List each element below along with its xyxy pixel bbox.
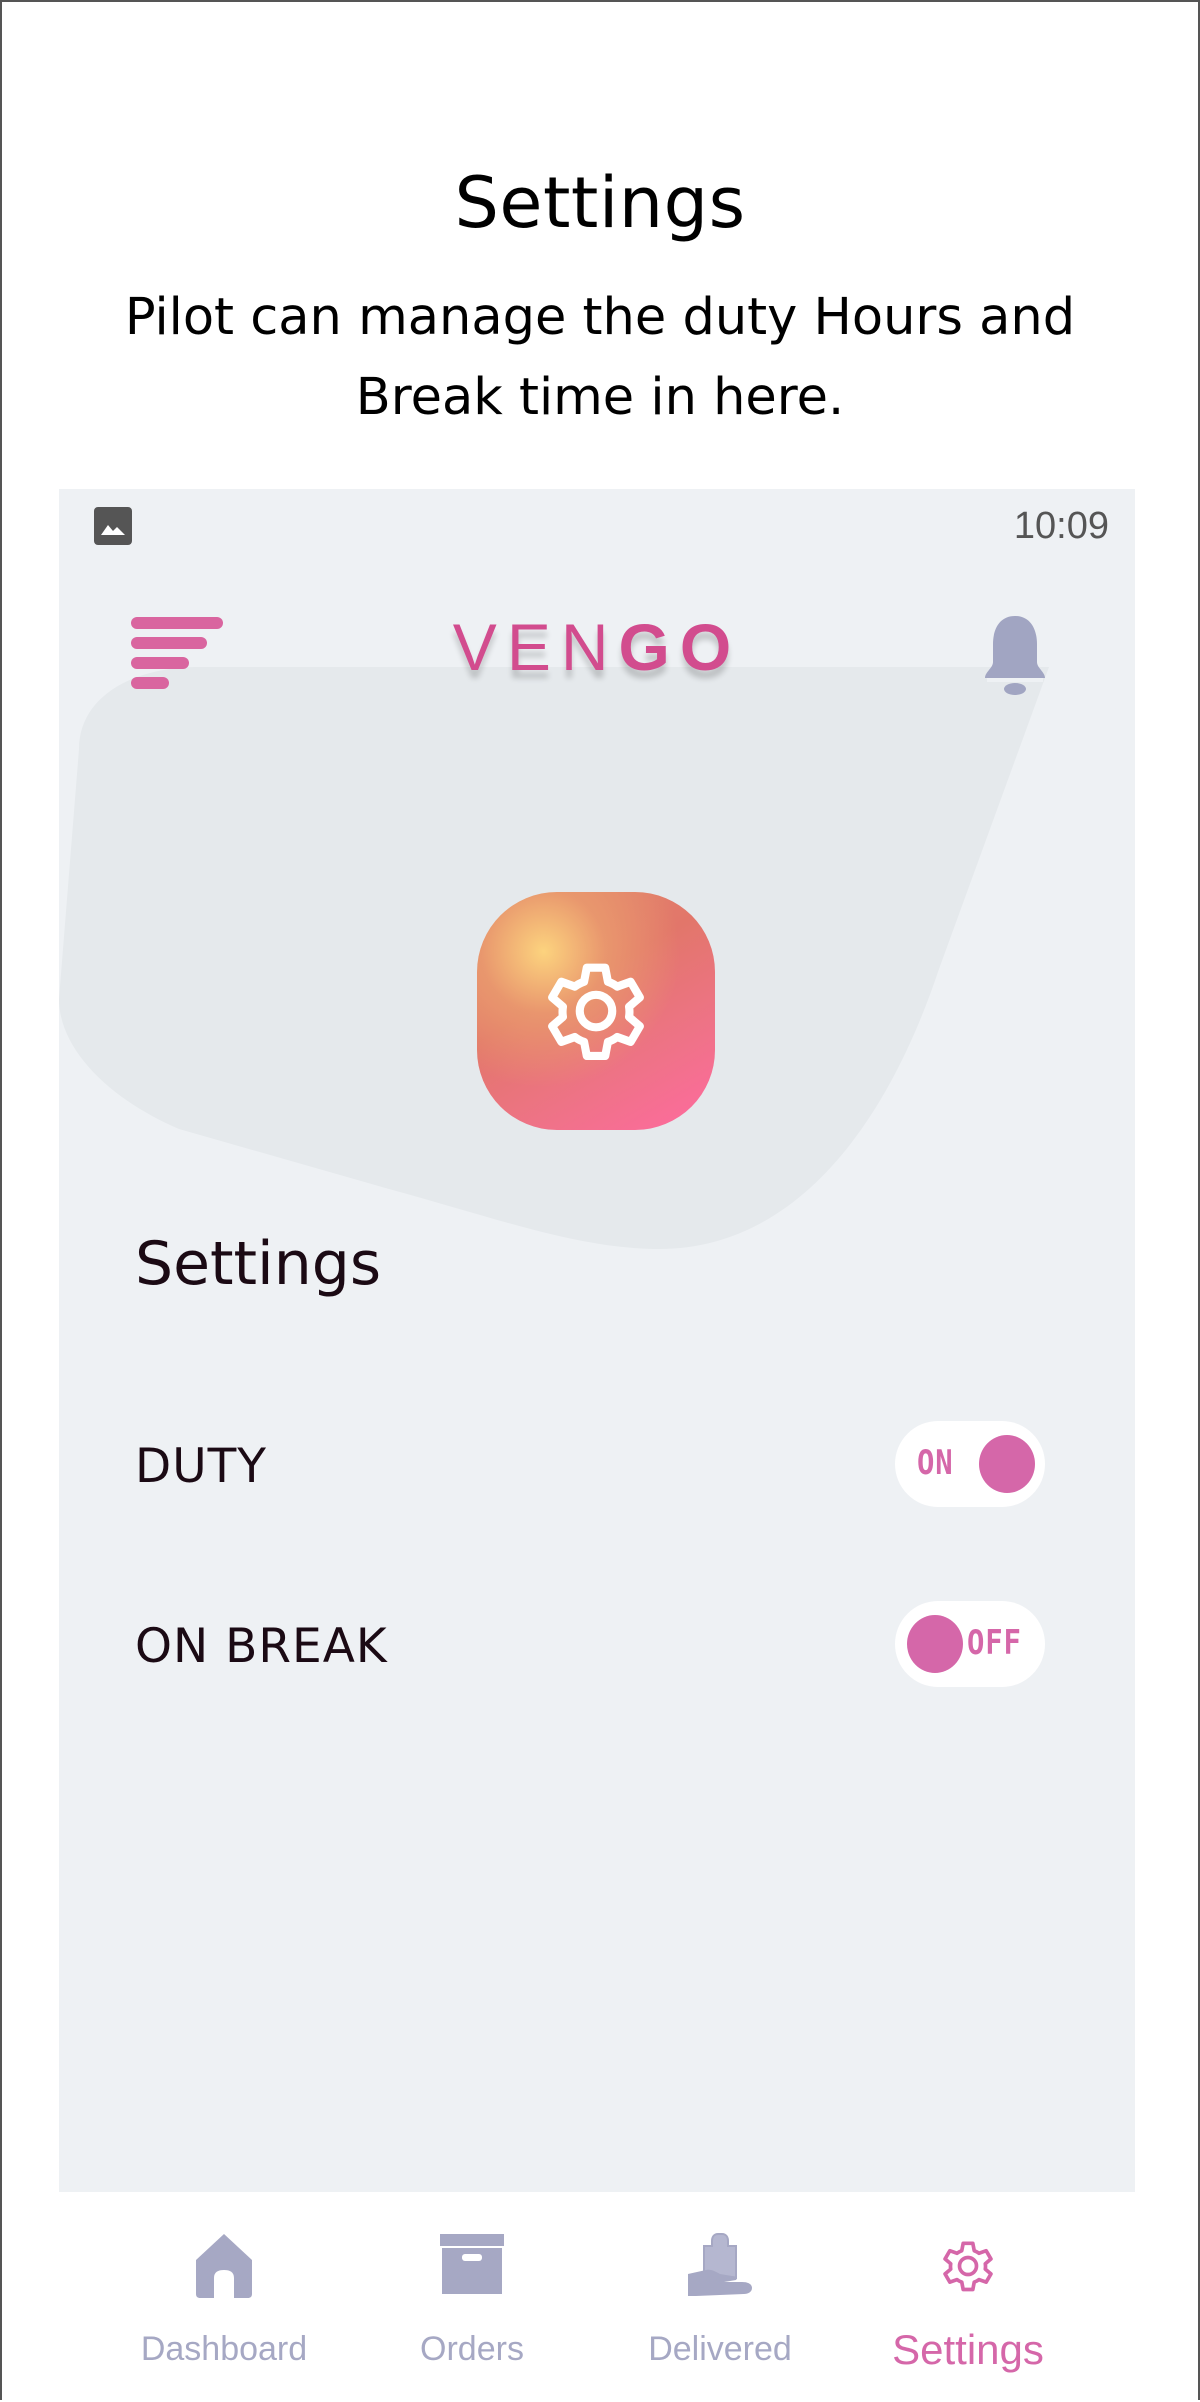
status-time: 10:09 [1013,505,1109,547]
nav-dashboard-label: Dashboard [140,2330,308,2368]
phone-screen: 10:09 VENGO Settings DUTY ON ON BREAK OF… [59,489,1135,2192]
nav-dashboard[interactable]: Dashboard [104,2192,344,2402]
logo-bold-text: GO [618,610,742,684]
gear-icon [548,963,644,1061]
setting-row-duty: DUTY ON [135,1421,1045,1511]
nav-orders-label: Orders [420,2330,524,2368]
bell-icon[interactable] [977,612,1053,696]
setting-row-on-break: ON BREAK OFF [135,1601,1045,1691]
nav-delivered-label: Delivered [648,2330,792,2368]
on-break-toggle-knob [907,1615,963,1673]
gear-icon [934,2232,1002,2304]
status-bar: 10:09 [59,489,1135,559]
nav-orders[interactable]: Orders [352,2192,592,2402]
nav-delivered[interactable]: Delivered [600,2192,840,2402]
nav-settings[interactable]: Settings [848,2192,1088,2402]
duty-toggle[interactable]: ON [895,1421,1045,1507]
on-break-label: ON BREAK [135,1619,388,1674]
hand-bag-icon [686,2232,754,2304]
nav-settings-label: Settings [892,2326,1044,2373]
settings-hero-tile [477,892,715,1130]
on-break-toggle[interactable]: OFF [895,1601,1045,1687]
image-icon [94,507,132,545]
settings-section-title: Settings [135,1229,382,1299]
caption-description: Pilot can manage the duty Hours and Brea… [124,288,1076,427]
caption-title: Settings [454,162,746,244]
box-icon [438,2232,506,2300]
logo-light-text: VEN [452,610,619,684]
app-logo: VENGO [59,609,1135,685]
background-blob [59,667,1135,2192]
home-icon [192,2232,256,2304]
on-break-toggle-text: OFF [967,1623,1022,1663]
bottom-navigation: Dashboard Orders Delivered Settings [2,2192,1198,2402]
duty-label: DUTY [135,1439,268,1494]
duty-toggle-text: ON [917,1443,954,1483]
duty-toggle-knob [979,1435,1035,1493]
